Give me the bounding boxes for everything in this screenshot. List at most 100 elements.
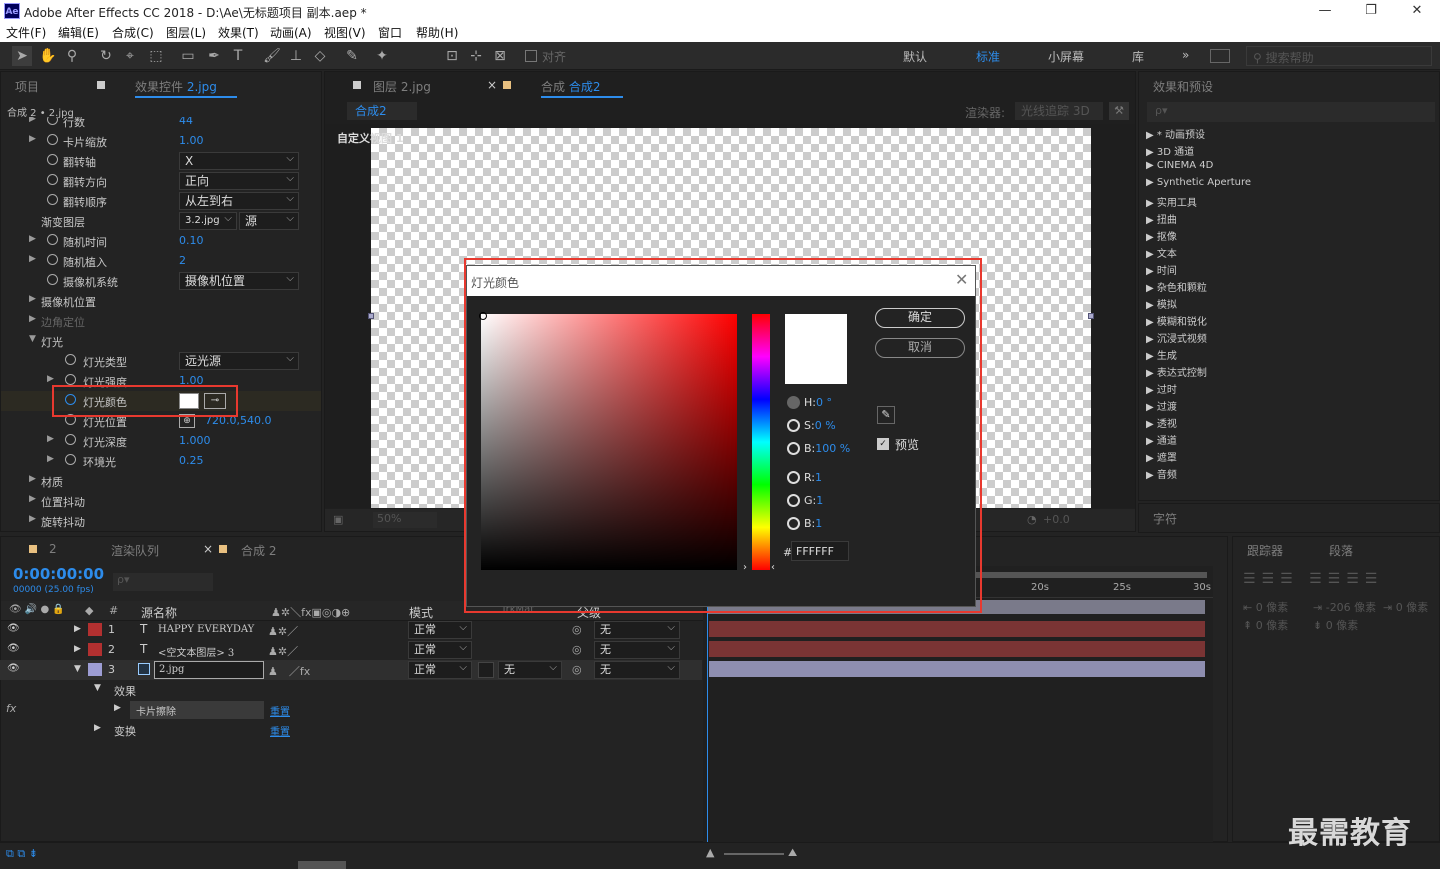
- effect-category[interactable]: ▶ 模糊和锐化: [1146, 313, 1207, 328]
- menu-file[interactable]: 文件(F): [6, 24, 46, 41]
- expand-arrow-icon[interactable]: ▶: [74, 644, 81, 654]
- tab-tracker[interactable]: 跟踪器: [1247, 542, 1283, 559]
- layer-switches[interactable]: ♟ ／fx: [268, 663, 310, 679]
- blend-mode-dropdown[interactable]: 正常: [408, 640, 472, 659]
- exposure-value[interactable]: +0.0: [1043, 513, 1070, 526]
- tab-close-icon[interactable]: ×: [487, 78, 497, 92]
- tab-render-queue[interactable]: 渲染队列: [111, 542, 159, 559]
- handle-left[interactable]: [368, 313, 374, 319]
- layer-sub-row[interactable]: ▼ 效果: [0, 680, 702, 700]
- rotate-tool-icon[interactable]: ↻: [96, 46, 116, 66]
- timeline-search-input[interactable]: ρ▾: [113, 573, 213, 591]
- sync-settings-icon[interactable]: [1210, 49, 1230, 63]
- menu-edit[interactable]: 编辑(E): [58, 24, 99, 41]
- pan-behind-tool-icon[interactable]: ⬚: [146, 46, 166, 66]
- effect-category[interactable]: ▶ 通道: [1146, 432, 1177, 447]
- expand-arrow-icon[interactable]: ▶: [94, 723, 101, 733]
- pickwhip-icon[interactable]: ◎: [572, 643, 582, 656]
- trkmat-dropdown[interactable]: 无: [498, 660, 562, 679]
- comp-navigator-button[interactable]: 合成2: [347, 102, 417, 120]
- effect-category[interactable]: ▶ 3D 通道: [1146, 143, 1194, 158]
- layer-label-color[interactable]: [88, 663, 102, 676]
- snapshot-icon[interactable]: ▣: [333, 513, 343, 526]
- eraser-tool-icon[interactable]: ◇: [310, 46, 330, 66]
- parent-dropdown[interactable]: 无: [594, 640, 680, 659]
- tab-paragraph[interactable]: 段落: [1329, 542, 1353, 559]
- effect-category[interactable]: ▶ Synthetic Aperture: [1146, 177, 1251, 188]
- ambient-light-value[interactable]: 0.25: [179, 454, 204, 467]
- eye-icon[interactable]: 👁: [7, 623, 20, 634]
- effect-category[interactable]: ▶ 生成: [1146, 347, 1177, 362]
- gradient-layer-dropdown[interactable]: 3.2.jpg: [179, 211, 237, 230]
- axis-local-icon[interactable]: ⊡: [442, 46, 462, 66]
- zoom-slider[interactable]: [724, 853, 784, 855]
- alignment-buttons[interactable]: ☰☰☰ ☰☰☰☰: [1243, 571, 1383, 587]
- effect-reset-link[interactable]: 重置: [270, 703, 290, 718]
- parent-dropdown[interactable]: 无: [594, 620, 680, 639]
- text-tool-icon[interactable]: T: [228, 46, 248, 66]
- zoom-out-icon[interactable]: ▲: [706, 846, 714, 859]
- layer-name[interactable]: HAPPY EVERYDAY: [158, 624, 254, 635]
- status-icons[interactable]: ⧉ ⧉ ⇟: [6, 847, 38, 861]
- menu-animation[interactable]: 动画(A): [270, 24, 312, 41]
- source-name-header[interactable]: 源名称: [141, 604, 177, 621]
- effect-category[interactable]: ▶ 透视: [1146, 415, 1177, 430]
- search-help-input[interactable]: ⚲ 搜索帮助: [1246, 46, 1432, 66]
- renderer-dropdown[interactable]: 光线追踪 3D: [1015, 102, 1103, 120]
- menu-help[interactable]: 帮助(H): [416, 24, 458, 41]
- axis-world-icon[interactable]: ⊹: [466, 46, 486, 66]
- effect-category[interactable]: ▶ 文本: [1146, 245, 1177, 260]
- blend-mode-dropdown[interactable]: 正常: [408, 660, 472, 679]
- property-group[interactable]: ▶ 位置抖动: [1, 491, 321, 511]
- light-type-dropdown[interactable]: 远光源: [179, 351, 299, 370]
- effect-category[interactable]: ▶ 扭曲: [1146, 211, 1177, 226]
- effect-category[interactable]: ▶ 过渡: [1146, 398, 1177, 413]
- pickwhip-icon[interactable]: ◎: [572, 623, 582, 636]
- effect-category[interactable]: ▶ CINEMA 4D: [1146, 160, 1213, 171]
- blend-mode-dropdown[interactable]: 正常: [408, 620, 472, 639]
- layer-switches[interactable]: ♟✲／: [268, 623, 298, 639]
- zoom-dropdown[interactable]: 50%: [373, 512, 437, 528]
- eye-icon[interactable]: 👁: [7, 643, 20, 654]
- hand-tool-icon[interactable]: ✋: [38, 46, 58, 66]
- layer-sub-row[interactable]: fx ▶ 卡片擦除 重置: [0, 700, 702, 720]
- menu-view[interactable]: 视图(V): [324, 24, 366, 41]
- effect-category[interactable]: ▶ 遮罩: [1146, 449, 1177, 464]
- selection-tool-icon[interactable]: ➤: [12, 46, 32, 66]
- transform-reset-link[interactable]: 重置: [270, 723, 290, 738]
- handle-right[interactable]: [1088, 313, 1094, 319]
- tab-effect-controls[interactable]: 效果控件 2.jpg: [135, 78, 217, 95]
- effect-category[interactable]: ▶ 过时: [1146, 381, 1177, 396]
- workspace-standard[interactable]: 标准: [976, 48, 1000, 65]
- indent-right-field[interactable]: ⇥ 0 像素: [1383, 599, 1428, 615]
- property-group[interactable]: ▶ 摄像机位置: [1, 291, 321, 311]
- clone-stamp-tool-icon[interactable]: ⊥: [286, 46, 306, 66]
- indent-left-field[interactable]: ⇤ 0 像素: [1243, 599, 1288, 615]
- parent-dropdown[interactable]: 无: [594, 660, 680, 679]
- current-time-indicator[interactable]: [707, 586, 708, 842]
- card-scale-value[interactable]: 1.00: [179, 134, 204, 147]
- gradient-source-dropdown[interactable]: 源: [239, 211, 299, 230]
- eye-icon[interactable]: 👁: [7, 663, 20, 674]
- flip-axis-dropdown[interactable]: X: [179, 151, 299, 170]
- property-group[interactable]: ▶ 材质: [1, 471, 321, 491]
- camera-system-dropdown[interactable]: 摄像机位置: [179, 271, 299, 290]
- indent-first-field[interactable]: ⇥ -206 像素: [1313, 599, 1376, 615]
- timecode-display[interactable]: 0:00:00:00: [13, 565, 104, 583]
- effect-category[interactable]: ▶ 模拟: [1146, 296, 1177, 311]
- flip-direction-dropdown[interactable]: 正向: [179, 171, 299, 190]
- puppet-tool-icon[interactable]: ✦: [372, 46, 392, 66]
- effect-category[interactable]: ▶ * 动画预设: [1146, 126, 1205, 141]
- property-group[interactable]: ▶ 边角定位: [1, 311, 321, 331]
- layer-label-color[interactable]: [88, 623, 102, 636]
- collapse-arrow-icon[interactable]: ▼: [74, 664, 81, 674]
- effect-category[interactable]: ▶ 杂色和颗粒: [1146, 279, 1207, 294]
- layer-name[interactable]: <空文本图层> 3: [158, 644, 234, 659]
- tab-timeline-comp2[interactable]: 合成 2: [241, 542, 276, 559]
- layer-bar-selected[interactable]: [709, 661, 1205, 677]
- layer-sub-row[interactable]: ▶ 变换 重置: [0, 720, 702, 740]
- fx-icon[interactable]: fx: [6, 702, 16, 715]
- pen-tool-icon[interactable]: ✒: [204, 46, 224, 66]
- menu-window[interactable]: 窗口: [378, 24, 402, 41]
- layer-row[interactable]: 👁 ▶ 2 T <空文本图层> 3 ♟✲／ 正常 ◎ 无: [0, 640, 702, 660]
